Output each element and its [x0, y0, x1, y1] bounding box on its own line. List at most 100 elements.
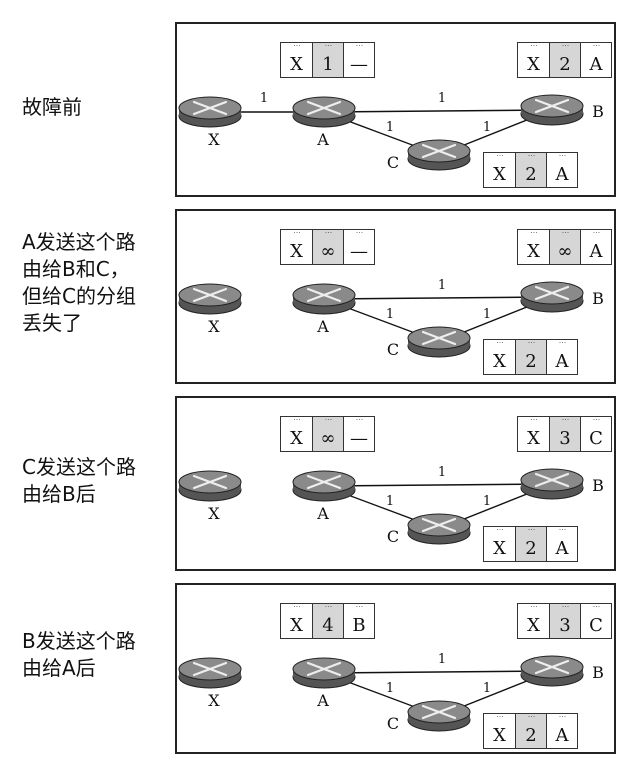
cell-value: X: [527, 241, 540, 262]
cell-mark: ˙˙˙: [592, 232, 601, 240]
table-cell-next-hop: ˙˙˙ —: [343, 417, 374, 451]
table-cell-distance: ˙˙˙ 2: [515, 340, 546, 374]
node-label-a: A: [316, 504, 329, 523]
node-label-x: X: [208, 504, 220, 523]
link-cost-ac: 1: [386, 494, 394, 509]
cell-value: X: [527, 615, 540, 636]
router-c-icon: [407, 139, 471, 171]
cell-mark: ˙˙˙: [324, 419, 333, 427]
table-cell-distance: ˙˙˙ ∞: [312, 230, 343, 264]
routing-table-a: ˙˙˙ X ˙˙˙ 1 ˙˙˙ —: [280, 42, 375, 78]
cell-mark: ˙˙˙: [527, 342, 536, 350]
link-ab: [323, 109, 553, 113]
table-cell-destination: ˙˙˙ X: [518, 43, 549, 77]
table-cell-destination: ˙˙˙ X: [484, 714, 515, 748]
router-x-icon: [178, 470, 242, 502]
cell-mark: ˙˙˙: [495, 529, 505, 537]
link-cost-ac: 1: [386, 307, 394, 322]
node-label-x: X: [208, 691, 220, 710]
cell-mark: ˙˙˙: [558, 716, 567, 724]
cell-value: B: [352, 615, 366, 636]
table-cell-destination: ˙˙˙ X: [518, 230, 549, 264]
cell-mark: ˙˙˙: [529, 606, 539, 614]
routing-table-b: ˙˙˙ X ˙˙˙ 2 ˙˙˙ A: [517, 42, 612, 78]
table-cell-destination: ˙˙˙ X: [281, 604, 312, 638]
cell-value: 2: [525, 725, 537, 746]
table-cell-next-hop: ˙˙˙ —: [343, 230, 374, 264]
link-cost-ac: 1: [386, 681, 394, 696]
cell-mark: ˙˙˙: [527, 716, 536, 724]
panel-4-caption: B发送这个路 由给A后: [22, 629, 136, 680]
link-cost-ac: 1: [386, 120, 394, 135]
routing-table-c: ˙˙˙ X ˙˙˙ 2 ˙˙˙ A: [483, 713, 578, 749]
cell-value: 2: [525, 164, 537, 185]
cell-value: A: [555, 164, 569, 185]
link-cost-cb: 1: [483, 681, 491, 696]
table-cell-distance: ˙˙˙ 3: [549, 604, 580, 638]
routing-table-b: ˙˙˙ X ˙˙˙ ∞ ˙˙˙ A: [517, 229, 612, 265]
table-cell-next-hop: ˙˙˙ —: [343, 43, 374, 77]
cell-value: ∞: [320, 428, 336, 449]
table-cell-next-hop: ˙˙˙ A: [546, 153, 577, 187]
router-a-icon: [292, 283, 356, 315]
panel-2-caption: A发送这个路 由给B和C， 但给C的分组 丢失了: [22, 230, 136, 335]
panel-c-sends-route: X A B C 1 1 1 ˙˙˙ X ˙˙˙ ∞ ˙˙˙ — ˙˙˙ X ˙˙˙ 3 ˙˙˙ C ˙˙˙ X ˙˙˙ 2 ˙…: [175, 396, 616, 571]
cell-mark: ˙˙˙: [495, 155, 505, 163]
router-x-icon: [178, 96, 242, 128]
routing-table-a: ˙˙˙ X ˙˙˙ ∞ ˙˙˙ —: [280, 416, 375, 452]
cell-value: A: [555, 538, 569, 559]
link-cost-ab: 1: [438, 278, 446, 293]
node-label-c: C: [387, 153, 399, 172]
cell-mark: ˙˙˙: [592, 606, 601, 614]
node-label-c: C: [387, 340, 399, 359]
link-ab: [323, 483, 553, 487]
table-cell-distance: ˙˙˙ ∞: [549, 230, 580, 264]
cell-mark: ˙˙˙: [529, 419, 539, 427]
cell-mark: ˙˙˙: [355, 606, 364, 614]
cell-value: —: [350, 241, 368, 262]
cell-mark: ˙˙˙: [292, 45, 302, 53]
cell-value: C: [589, 615, 603, 636]
table-cell-next-hop: ˙˙˙ C: [580, 417, 611, 451]
router-c-icon: [407, 326, 471, 358]
cell-value: A: [589, 54, 603, 75]
cell-value: X: [493, 725, 506, 746]
cell-mark: ˙˙˙: [355, 45, 364, 53]
cell-mark: ˙˙˙: [292, 419, 302, 427]
router-x-icon: [178, 283, 242, 315]
cell-mark: ˙˙˙: [527, 155, 536, 163]
cell-mark: ˙˙˙: [527, 529, 536, 537]
link-cost-cb: 1: [483, 494, 491, 509]
table-cell-distance: ˙˙˙ 2: [515, 153, 546, 187]
link-cost-ab: 1: [438, 91, 446, 106]
panel-b-sends-route: X A B C 1 1 1 ˙˙˙ X ˙˙˙ 4 ˙˙˙ B ˙˙˙ X ˙˙˙ 3 ˙˙˙ C ˙˙˙ X ˙˙˙ 2 ˙…: [175, 583, 616, 754]
cell-value: X: [527, 54, 540, 75]
router-x-icon: [178, 657, 242, 689]
cell-mark: ˙˙˙: [324, 606, 333, 614]
routing-table-b: ˙˙˙ X ˙˙˙ 3 ˙˙˙ C: [517, 416, 612, 452]
link-cost-cb: 1: [483, 120, 491, 135]
table-cell-destination: ˙˙˙ X: [281, 43, 312, 77]
link-ab: [323, 670, 553, 674]
table-cell-distance: ˙˙˙ 2: [515, 714, 546, 748]
cell-mark: ˙˙˙: [529, 232, 539, 240]
cell-mark: ˙˙˙: [355, 232, 364, 240]
routing-table-b: ˙˙˙ X ˙˙˙ 3 ˙˙˙ C: [517, 603, 612, 639]
panel-3-caption: C发送这个路 由给B后: [22, 455, 136, 506]
node-label-b: B: [592, 289, 604, 308]
routing-table-a: ˙˙˙ X ˙˙˙ ∞ ˙˙˙ —: [280, 229, 375, 265]
table-cell-distance: ˙˙˙ 2: [549, 43, 580, 77]
router-b-icon: [520, 468, 584, 500]
table-cell-distance: ˙˙˙ 4: [312, 604, 343, 638]
table-cell-distance: ˙˙˙ 3: [549, 417, 580, 451]
router-c-icon: [407, 513, 471, 545]
panel-1-caption: 故障前: [22, 95, 82, 119]
table-cell-destination: ˙˙˙ X: [281, 417, 312, 451]
cell-value: 2: [559, 54, 571, 75]
cell-value: 2: [525, 351, 537, 372]
node-label-a: A: [316, 317, 329, 336]
cell-value: X: [290, 241, 303, 262]
link-cost-xa: 1: [260, 91, 268, 106]
table-cell-destination: ˙˙˙ X: [484, 527, 515, 561]
cell-mark: ˙˙˙: [292, 232, 302, 240]
